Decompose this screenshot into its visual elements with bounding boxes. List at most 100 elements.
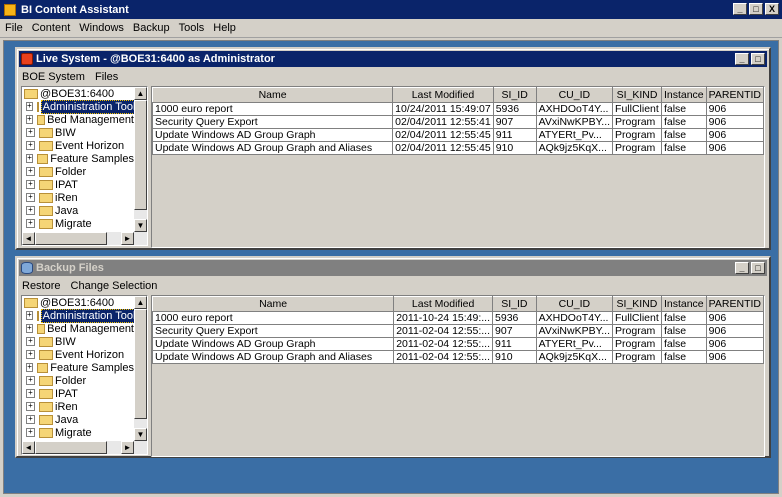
table-row[interactable]: Security Query Export 2011-02-04 12:55:..… (151, 324, 765, 338)
tree-item[interactable]: + BIW (22, 335, 134, 348)
scroll-left-arrow-icon[interactable]: ◄ (22, 232, 35, 245)
table-row[interactable]: Update Windows AD Group Graph 02/04/2011 … (151, 128, 765, 142)
tree-item[interactable]: + Migrate (22, 217, 134, 230)
expand-icon[interactable]: + (26, 376, 35, 385)
column-header[interactable]: PARENTID (705, 87, 765, 103)
backup-minimize-button[interactable]: _ (735, 262, 749, 274)
live-system-titlebar[interactable]: Live System - @BOE31:6400 as Administrat… (19, 51, 767, 67)
expand-icon[interactable]: + (26, 402, 35, 411)
table-row[interactable]: Update Windows AD Group Graph and Aliase… (151, 350, 765, 364)
tree-vertical-scrollbar[interactable]: ▲ ▼ (134, 87, 147, 232)
column-header[interactable]: Name (151, 87, 394, 103)
tree-item[interactable]: + iRen (22, 191, 134, 204)
expand-icon[interactable]: + (26, 363, 34, 372)
tree-item[interactable]: + Bed Management (22, 322, 134, 335)
expand-icon[interactable]: + (26, 141, 35, 150)
column-header[interactable]: Last Modified (393, 296, 494, 312)
tree-root[interactable]: @BOE31:6400 (22, 87, 134, 100)
live-minimize-button[interactable]: _ (735, 53, 749, 65)
expand-icon[interactable]: + (26, 350, 35, 359)
scroll-thumb[interactable] (134, 309, 147, 419)
tree-vertical-scrollbar[interactable]: ▲ ▼ (134, 296, 147, 441)
menu-change-selection[interactable]: Change Selection (71, 280, 158, 292)
expand-icon[interactable]: + (26, 180, 35, 189)
menu-content[interactable]: Content (32, 22, 71, 34)
column-header[interactable]: CU_ID (535, 87, 614, 103)
column-header[interactable]: Instance (660, 296, 707, 312)
expand-icon[interactable]: + (26, 415, 35, 424)
backup-files-titlebar[interactable]: Backup Files _ □ (19, 260, 767, 276)
tree-item[interactable]: + IPAT (22, 178, 134, 191)
backup-maximize-button[interactable]: □ (751, 262, 765, 274)
menu-backup[interactable]: Backup (133, 22, 170, 34)
expand-icon[interactable]: + (26, 154, 34, 163)
expand-icon[interactable]: + (26, 167, 35, 176)
tree-horizontal-scrollbar[interactable]: ◄ ► (22, 441, 147, 454)
close-button[interactable]: X (765, 3, 779, 15)
tree-item[interactable]: + Event Horizon (22, 348, 134, 361)
column-header[interactable]: SI_ID (492, 87, 537, 103)
expand-icon[interactable]: + (26, 324, 33, 333)
scroll-up-arrow-icon[interactable]: ▲ (134, 296, 147, 309)
expand-icon[interactable]: + (26, 311, 33, 320)
scroll-right-arrow-icon[interactable]: ► (121, 441, 134, 454)
column-header[interactable]: SI_ID (492, 296, 537, 312)
column-header[interactable]: CU_ID (535, 296, 614, 312)
expand-icon[interactable]: + (26, 219, 35, 228)
maximize-button[interactable]: □ (749, 3, 763, 15)
column-header[interactable]: Instance (660, 87, 707, 103)
expand-icon[interactable]: + (26, 115, 33, 124)
tree-horizontal-scrollbar[interactable]: ◄ ► (22, 232, 147, 245)
menu-file[interactable]: File (5, 22, 23, 34)
scroll-thumb[interactable] (35, 232, 107, 245)
expand-icon[interactable]: + (26, 128, 35, 137)
table-row[interactable]: Security Query Export 02/04/2011 12:55:41… (151, 115, 765, 129)
expand-icon[interactable]: + (26, 102, 33, 111)
menu-windows[interactable]: Windows (79, 22, 124, 34)
menu-files[interactable]: Files (95, 71, 118, 83)
tree-item[interactable]: + Folder (22, 165, 134, 178)
table-row[interactable]: 1000 euro report 10/24/2011 15:49:07 5936 A… (151, 102, 765, 116)
scroll-down-arrow-icon[interactable]: ▼ (134, 219, 147, 232)
tree-item[interactable]: + Java (22, 204, 134, 217)
minimize-button[interactable]: _ (733, 3, 747, 15)
column-header[interactable]: SI_KIND (612, 87, 662, 103)
tree-root[interactable]: @BOE31:6400 (22, 296, 134, 309)
menu-restore[interactable]: Restore (22, 280, 61, 292)
tree-item[interactable]: + Folder (22, 374, 134, 387)
scroll-down-arrow-icon[interactable]: ▼ (134, 428, 147, 441)
expand-icon[interactable]: + (26, 389, 35, 398)
expand-icon[interactable]: + (26, 206, 35, 215)
scroll-left-arrow-icon[interactable]: ◄ (22, 441, 35, 454)
tree-item[interactable]: + iRen (22, 400, 134, 413)
menu-boe-system[interactable]: BOE System (22, 71, 85, 83)
tree-item[interactable]: + IPAT (22, 387, 134, 400)
live-maximize-button[interactable]: □ (751, 53, 765, 65)
menu-tools[interactable]: Tools (179, 22, 205, 34)
menu-help[interactable]: Help (213, 22, 236, 34)
app-titlebar[interactable]: BI Content Assistant _ □ X (0, 0, 782, 19)
column-header[interactable]: SI_KIND (612, 296, 662, 312)
live-folder-tree[interactable]: @BOE31:6400 + Administration Tools + Bed Man… (21, 86, 148, 246)
scroll-thumb[interactable] (134, 100, 147, 210)
scroll-thumb[interactable] (35, 441, 107, 454)
scroll-up-arrow-icon[interactable]: ▲ (134, 87, 147, 100)
tree-item[interactable]: + Administration Tools (22, 308, 134, 323)
tree-item[interactable]: + Feature Samples (22, 361, 134, 374)
tree-item[interactable]: + Administration Tools (22, 99, 134, 114)
column-header[interactable]: PARENTID (705, 296, 765, 312)
scroll-right-arrow-icon[interactable]: ► (121, 232, 134, 245)
tree-item[interactable]: + Migrate (22, 426, 134, 439)
tree-item[interactable]: + Event Horizon (22, 139, 134, 152)
table-row[interactable]: Update Windows AD Group Graph and Aliase… (151, 141, 765, 155)
table-row[interactable]: 1000 euro report 2011-10-24 15:49:... 5936… (151, 311, 765, 325)
tree-item[interactable]: + BIW (22, 126, 134, 139)
column-header[interactable]: Name (151, 296, 395, 312)
expand-icon[interactable]: + (26, 337, 35, 346)
backup-folder-tree[interactable]: @BOE31:6400 + Administration Tools + Bed Man… (21, 295, 148, 455)
tree-item[interactable]: + Bed Management (22, 113, 134, 126)
expand-icon[interactable]: + (26, 428, 35, 437)
column-header[interactable]: Last Modified (392, 87, 494, 103)
expand-icon[interactable]: + (26, 193, 35, 202)
tree-item[interactable]: + Java (22, 413, 134, 426)
